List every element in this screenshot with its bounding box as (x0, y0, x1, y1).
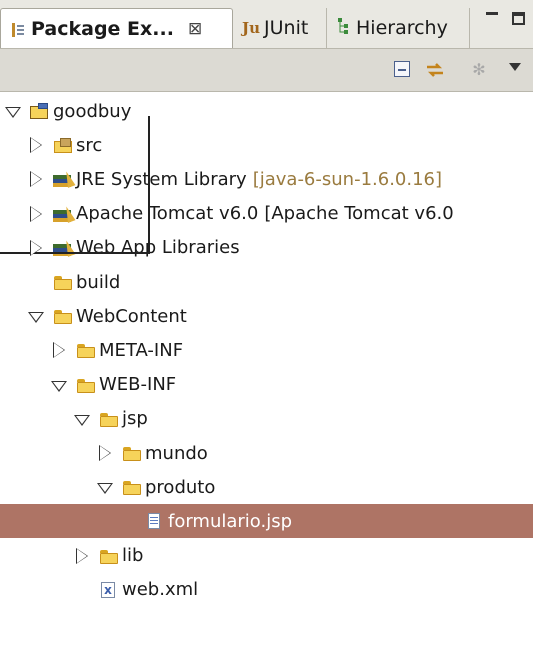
tab-package-explorer[interactable]: Package Ex... ⊠ (0, 8, 233, 48)
tree-item[interactable]: src (0, 128, 533, 162)
tree-item-label: Web App Libraries (76, 237, 240, 259)
folder-icon (76, 341, 96, 359)
library-icon (53, 239, 73, 257)
tree-item[interactable]: Web App Libraries (0, 231, 533, 265)
expanded-twisty-icon[interactable] (4, 102, 22, 120)
tree-item[interactable]: lib (0, 539, 533, 573)
tree-item-label: goodbuy (53, 100, 132, 122)
tree-item-decoration: [Apache Tomcat v6.0 (264, 203, 454, 225)
tree-item[interactable]: jsp (0, 402, 533, 436)
folder-icon (76, 376, 96, 394)
collapsed-twisty-icon[interactable] (27, 205, 45, 223)
tree-item[interactable]: Apache Tomcat v6.0 [Apache Tomcat v6.0 (0, 197, 533, 231)
window-controls (486, 10, 525, 25)
tree-item[interactable]: WEB-INF (0, 368, 533, 402)
collapsed-twisty-icon[interactable] (27, 239, 45, 257)
library-icon (53, 205, 73, 223)
tab-label: Hierarchy (356, 17, 448, 39)
jsp-file-icon (145, 512, 165, 530)
tree-item-decoration: [java-6-sun-1.6.0.16] (252, 168, 443, 190)
collapsed-twisty-icon[interactable] (27, 136, 45, 154)
tree-item-label: jsp (122, 408, 148, 430)
tree-item[interactable]: formulario.jsp (0, 504, 533, 539)
empty-twisty (119, 512, 137, 530)
close-icon[interactable]: ⊠ (188, 19, 202, 39)
folder-icon (122, 478, 142, 496)
package-explorer-icon (11, 21, 25, 37)
collapse-all-icon[interactable] (392, 59, 414, 81)
collapsed-twisty-icon[interactable] (96, 444, 114, 462)
link-with-editor-icon[interactable] (424, 59, 446, 81)
collapsed-twisty-icon[interactable] (27, 170, 45, 188)
collapsed-twisty-icon[interactable] (50, 341, 68, 359)
tree-item[interactable]: WebContent (0, 299, 533, 333)
empty-twisty (73, 581, 91, 599)
xml-file-icon (99, 581, 119, 599)
tree-item-label: WebContent (76, 305, 187, 327)
project-icon (30, 102, 50, 120)
tree-item-label: META-INF (99, 339, 184, 361)
folder-icon (53, 273, 73, 291)
empty-twisty (27, 273, 45, 291)
expanded-twisty-icon[interactable] (50, 376, 68, 394)
collapsed-twisty-icon[interactable] (73, 547, 91, 565)
view-menu-icon[interactable] (509, 63, 521, 71)
folder-icon (122, 444, 142, 462)
tree-item-label: JRE System Library (76, 168, 247, 190)
folder-icon (99, 547, 119, 565)
expanded-twisty-icon[interactable] (73, 410, 91, 428)
tree-item-label: web.xml (122, 579, 199, 601)
tree-item-label: formulario.jsp (168, 510, 293, 532)
tree-item[interactable]: goodbuy (0, 94, 533, 128)
tree-item[interactable]: produto (0, 470, 533, 504)
maximize-icon[interactable] (512, 12, 525, 25)
tree-item-label: WEB-INF (99, 374, 177, 396)
srcfolder-icon (53, 136, 73, 154)
tree-item-label: lib (122, 545, 144, 567)
hierarchy-icon (336, 17, 350, 40)
project-tree: goodbuy src JRE System Library [java-6-sun-… (0, 92, 533, 654)
expanded-twisty-icon[interactable] (96, 478, 114, 496)
folder-icon (99, 410, 119, 428)
tab-label: Package Ex... (31, 17, 174, 40)
tree-item-label: produto (145, 476, 216, 498)
junit-icon: Ju (242, 19, 261, 37)
tree-item[interactable]: web.xml (0, 573, 533, 607)
minimize-icon[interactable] (486, 12, 498, 24)
tab-hierarchy[interactable]: Hierarchy (328, 8, 470, 48)
tree-item[interactable]: JRE System Library [java-6-sun-1.6.0.16] (0, 162, 533, 196)
expanded-twisty-icon[interactable] (27, 307, 45, 325)
folder-icon (53, 307, 73, 325)
view-tab-bar: Package Ex... ⊠ Ju JUnit Hierarchy (0, 0, 533, 49)
tree-item-label: mundo (145, 442, 208, 464)
tree-item-label: Apache Tomcat v6.0 (76, 203, 259, 225)
package-explorer-view: Package Ex... ⊠ Ju JUnit Hierarchy ✻ goo… (0, 0, 533, 654)
tree-item[interactable]: META-INF (0, 333, 533, 367)
tab-junit[interactable]: Ju JUnit (234, 8, 327, 48)
library-icon (53, 170, 73, 188)
tree-item[interactable]: mundo (0, 436, 533, 470)
view-toolbar: ✻ (0, 49, 533, 92)
tree-item[interactable]: build (0, 265, 533, 299)
tab-label: JUnit (264, 17, 309, 39)
gear-icon[interactable]: ✻ (468, 59, 490, 81)
tree-item-label: src (76, 134, 103, 156)
tree-item-label: build (76, 271, 121, 293)
